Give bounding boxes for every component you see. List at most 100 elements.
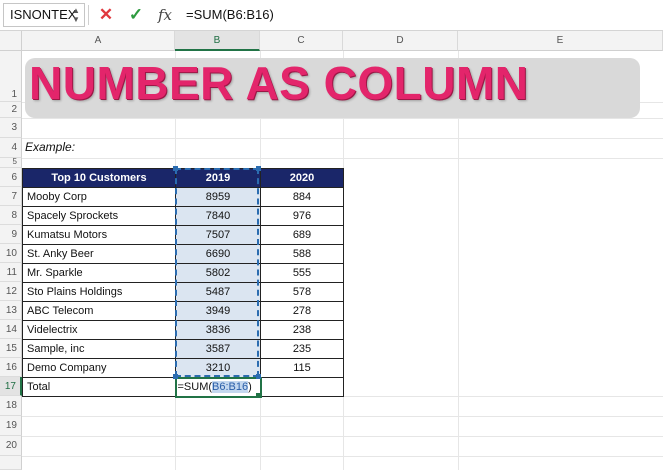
name-box-stepper-icon[interactable]: ▲ ▼ xyxy=(72,6,80,24)
column-header-b[interactable]: B xyxy=(175,31,260,51)
row-header-9[interactable]: 9 xyxy=(0,225,22,244)
header-customers[interactable]: Top 10 Customers xyxy=(22,168,176,188)
value-2020[interactable]: 278 xyxy=(260,301,344,321)
value-2020[interactable]: 884 xyxy=(260,187,344,207)
row-header-10[interactable]: 10 xyxy=(0,244,22,263)
value-2019[interactable]: 8959 xyxy=(175,187,261,207)
value-2019[interactable]: 7507 xyxy=(175,225,261,245)
value-2019[interactable]: 5802 xyxy=(175,263,261,283)
formula-input[interactable]: =SUM(B6:B16) xyxy=(186,4,274,26)
value-2019[interactable]: 3949 xyxy=(175,301,261,321)
table-row: Demo Company 3210 115 xyxy=(22,358,344,378)
enter-icon[interactable]: ✓ xyxy=(124,3,148,27)
table-row: Mooby Corp 8959 884 xyxy=(22,187,344,207)
customer-name[interactable]: Sto Plains Holdings xyxy=(22,282,176,302)
value-2020[interactable]: 689 xyxy=(260,225,344,245)
gridline xyxy=(22,138,663,139)
row-header-3[interactable]: 3 xyxy=(0,118,22,138)
table-row: Sample, inc 3587 235 xyxy=(22,339,344,359)
range-handle[interactable] xyxy=(256,166,261,171)
row-header-11[interactable]: 11 xyxy=(0,263,22,282)
row-header-7[interactable]: 7 xyxy=(0,187,22,206)
value-2019[interactable]: 5487 xyxy=(175,282,261,302)
row-header-16[interactable]: 16 xyxy=(0,358,22,377)
customer-name[interactable]: St. Anky Beer xyxy=(22,244,176,264)
customer-name[interactable]: Demo Company xyxy=(22,358,176,378)
customers-table: Top 10 Customers 2019 2020 Mooby Corp 89… xyxy=(22,168,344,398)
value-2020[interactable]: 555 xyxy=(260,263,344,283)
row-header-4[interactable]: 4 xyxy=(0,138,22,158)
customer-name[interactable]: Kumatsu Motors xyxy=(22,225,176,245)
customer-name[interactable]: Mooby Corp xyxy=(22,187,176,207)
row-header-spacer xyxy=(0,456,22,470)
total-formula-cell[interactable]: =SUM(B6:B16) xyxy=(174,376,262,398)
name-box[interactable]: ISNONTEX ▲ ▼ xyxy=(3,3,85,27)
table-row: Mr. Sparkle 5802 555 xyxy=(22,263,344,283)
row-header-14[interactable]: 14 xyxy=(0,320,22,339)
gridline xyxy=(22,118,663,119)
customer-name[interactable]: Mr. Sparkle xyxy=(22,263,176,283)
table-row: ABC Telecom 3949 278 xyxy=(22,301,344,321)
row-header-6[interactable]: 6 xyxy=(0,168,22,187)
table-row: St. Anky Beer 6690 588 xyxy=(22,244,344,264)
value-2020[interactable]: 578 xyxy=(260,282,344,302)
header-2020[interactable]: 2020 xyxy=(260,168,344,188)
row-header-5[interactable]: 5 xyxy=(0,158,22,168)
separator xyxy=(88,5,89,25)
row-header-17[interactable]: 17 xyxy=(0,377,22,396)
customer-name[interactable]: ABC Telecom xyxy=(22,301,176,321)
example-label: Example: xyxy=(25,140,76,154)
formula-range-ref: B6:B16 xyxy=(212,381,249,393)
total-label[interactable]: Total xyxy=(22,377,176,397)
table-header-row: Top 10 Customers 2019 2020 xyxy=(22,168,344,188)
row-header-2[interactable]: 2 xyxy=(0,102,22,118)
row-header-18[interactable]: 18 xyxy=(0,396,22,416)
row-header-1[interactable]: 1 xyxy=(0,51,22,102)
select-all-corner[interactable] xyxy=(0,31,22,51)
header-2019[interactable]: 2019 xyxy=(175,168,261,188)
customer-name[interactable]: Sample, inc xyxy=(22,339,176,359)
name-box-value: ISNONTEX xyxy=(10,7,77,22)
row-header-19[interactable]: 19 xyxy=(0,416,22,436)
table-row: Kumatsu Motors 7507 689 xyxy=(22,225,344,245)
value-2020[interactable]: 235 xyxy=(260,339,344,359)
table-row: Videlectrix 3836 238 xyxy=(22,320,344,340)
column-header-e[interactable]: E xyxy=(458,31,663,51)
row-header-13[interactable]: 13 xyxy=(0,301,22,320)
value-2019[interactable]: 3587 xyxy=(175,339,261,359)
value-2019[interactable]: 3836 xyxy=(175,320,261,340)
value-2019[interactable]: 7840 xyxy=(175,206,261,226)
gridline xyxy=(22,456,663,457)
formula-prefix: =SUM( xyxy=(177,381,213,393)
gridline xyxy=(22,416,663,417)
fill-handle[interactable] xyxy=(256,393,261,398)
value-2020[interactable]: 238 xyxy=(260,320,344,340)
gridline xyxy=(22,158,663,159)
range-handle[interactable] xyxy=(256,374,261,379)
column-header-d[interactable]: D xyxy=(343,31,458,51)
row-header-8[interactable]: 8 xyxy=(0,206,22,225)
range-handle[interactable] xyxy=(173,166,178,171)
total-row: Total =SUM(B6:B16) xyxy=(22,376,344,398)
row-header-15[interactable]: 15 xyxy=(0,339,22,358)
banner-title: NUMBER AS COLUMN xyxy=(29,57,529,109)
row-header-20[interactable]: 20 xyxy=(0,436,22,456)
column-header-a[interactable]: A xyxy=(22,31,175,51)
gridline xyxy=(22,436,663,437)
formula-suffix: ) xyxy=(248,381,252,393)
formula-bar: ISNONTEX ▲ ▼ ✕ ✓ fx =SUM(B6:B16) xyxy=(0,0,663,31)
value-2020[interactable]: 976 xyxy=(260,206,344,226)
value-2019[interactable]: 3210 xyxy=(175,358,261,378)
row-header-12[interactable]: 12 xyxy=(0,282,22,301)
value-2020[interactable]: 588 xyxy=(260,244,344,264)
value-2020[interactable]: 115 xyxy=(260,358,344,378)
column-header-c[interactable]: C xyxy=(260,31,343,51)
table-row: Sto Plains Holdings 5487 578 xyxy=(22,282,344,302)
range-handle[interactable] xyxy=(173,374,178,379)
insert-function-icon[interactable]: fx xyxy=(153,3,177,27)
total-2020[interactable] xyxy=(260,377,344,397)
value-2019[interactable]: 6690 xyxy=(175,244,261,264)
customer-name[interactable]: Spacely Sprockets xyxy=(22,206,176,226)
customer-name[interactable]: Videlectrix xyxy=(22,320,176,340)
cancel-icon[interactable]: ✕ xyxy=(94,3,118,27)
